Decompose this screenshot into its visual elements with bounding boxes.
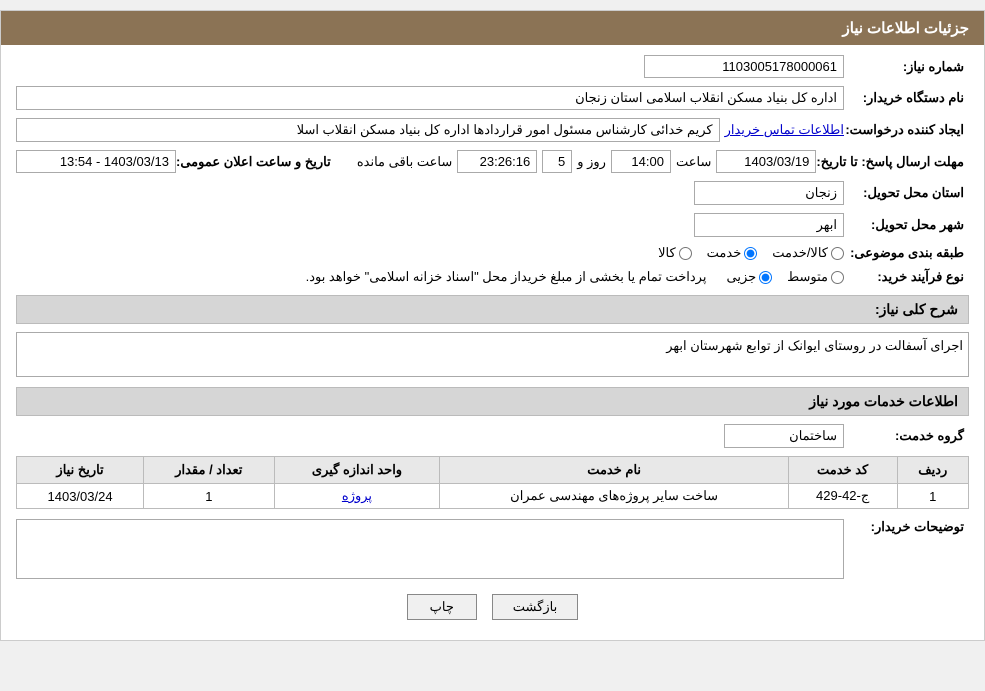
shahr-value: ابهر — [694, 213, 844, 237]
saat-label: ساعت — [676, 154, 711, 170]
col-vahed: واحد اندازه گیری — [274, 457, 440, 484]
shomara-niaz-value: 1103005178000061 — [644, 55, 844, 78]
gorooh-value: ساختمان — [724, 424, 844, 448]
tarikh-value: 1403/03/19 — [716, 150, 816, 173]
col-tedad: تعداد / مقدار — [144, 457, 274, 484]
mohlat-label: مهلت ارسال پاسخ: تا تاریخ: — [816, 154, 964, 170]
khadamat-section-title: اطلاعات خدمات مورد نیاز — [16, 387, 969, 416]
tarikh-aalan-label: تاریخ و ساعت اعلان عمومی: — [176, 154, 331, 170]
nooe-farayand-label: نوع فرآیند خرید: — [844, 269, 964, 285]
nam-dastgah-value: اداره کل بنیاد مسکن انقلاب اسلامی استان … — [16, 86, 844, 110]
radio-kala-item[interactable]: کالا — [658, 245, 692, 261]
rooz-value: 5 — [542, 150, 572, 173]
shomara-niaz-label: شماره نیاز: — [844, 59, 964, 75]
table-row: 1 ج-42-429 ساخت سایر پروژه‌های مهندسی عم… — [17, 484, 969, 509]
ostan-value: زنجان — [694, 181, 844, 205]
radio-kala-label: کالا — [658, 245, 676, 261]
ijad-konande-label: ایجاد کننده درخواست: — [844, 122, 964, 138]
tabaqe-label: طبقه بندی موضوعی: — [844, 245, 964, 261]
cell-tarikh: 1403/03/24 — [17, 484, 144, 509]
nam-dastgah-label: نام دستگاه خریدار: — [844, 90, 964, 106]
radio-kala-khedmat-label: کالا/خدمت — [772, 245, 828, 261]
radio-khedmat[interactable] — [744, 247, 757, 260]
gorooh-label: گروه خدمت: — [844, 428, 964, 444]
saat-baqi-value: 23:26:16 — [457, 150, 537, 173]
cell-radif: 1 — [897, 484, 968, 509]
ijad-konande-link[interactable]: اطلاعات تماس خریدار — [725, 122, 844, 138]
radio-kala[interactable] — [679, 247, 692, 260]
ijad-konande-value: کریم خدائی کارشناس مسئول امور قراردادها … — [16, 118, 720, 142]
radio-mottavasset-item[interactable]: متوسط — [787, 269, 844, 285]
ostan-label: استان محل تحویل: — [844, 185, 964, 201]
radio-mottavasset-label: متوسط — [787, 269, 828, 285]
page-title: جزئیات اطلاعات نیاز — [1, 11, 984, 45]
radio-jozii[interactable] — [759, 271, 772, 284]
toseeh-textarea[interactable] — [16, 519, 844, 579]
radio-mottavasset[interactable] — [831, 271, 844, 284]
bazgasht-button[interactable]: بازگشت — [492, 594, 578, 620]
services-table-wrapper: ردیف کد خدمت نام خدمت واحد اندازه گیری ت… — [16, 456, 969, 509]
col-radif: ردیف — [897, 457, 968, 484]
rooz-label: روز و — [577, 154, 606, 170]
col-tarikh: تاریخ نیاز — [17, 457, 144, 484]
sharh-value: اجرای آسفالت در روستای ایوانک از توابع ش… — [16, 332, 969, 377]
saat-value: 14:00 — [611, 150, 671, 173]
col-nam-khedmat: نام خدمت — [440, 457, 788, 484]
sharh-section-title: شرح کلی نیاز: — [16, 295, 969, 324]
radio-jozii-label: جزیی — [726, 269, 756, 285]
col-kod-khedmat: کد خدمت — [788, 457, 897, 484]
radio-khedmat-label: خدمت — [707, 245, 742, 261]
radio-kala-khedmat[interactable] — [831, 247, 844, 260]
shahr-label: شهر محل تحویل: — [844, 217, 964, 233]
farayand-note: پرداخت تمام یا بخشی از مبلغ خریداز محل "… — [306, 269, 707, 285]
radio-kala-khedmat-item[interactable]: کالا/خدمت — [772, 245, 844, 261]
cell-kod-khedmat: ج-42-429 — [788, 484, 897, 509]
toseeh-label: توضیحات خریدار: — [844, 519, 964, 535]
radio-jozii-item[interactable]: جزیی — [726, 269, 772, 285]
radio-khedmat-item[interactable]: خدمت — [707, 245, 758, 261]
services-table: ردیف کد خدمت نام خدمت واحد اندازه گیری ت… — [16, 456, 969, 509]
cell-vahed: پروژه — [274, 484, 440, 509]
chap-button[interactable]: چاپ — [407, 594, 477, 620]
button-group: بازگشت چاپ — [16, 594, 969, 620]
saat-baqi-label: ساعت باقی مانده — [357, 154, 452, 170]
cell-tedad: 1 — [144, 484, 274, 509]
tarikh-aalan-value: 1403/03/13 - 13:54 — [16, 150, 176, 173]
cell-nam-khedmat: ساخت سایر پروژه‌های مهندسی عمران — [440, 484, 788, 509]
